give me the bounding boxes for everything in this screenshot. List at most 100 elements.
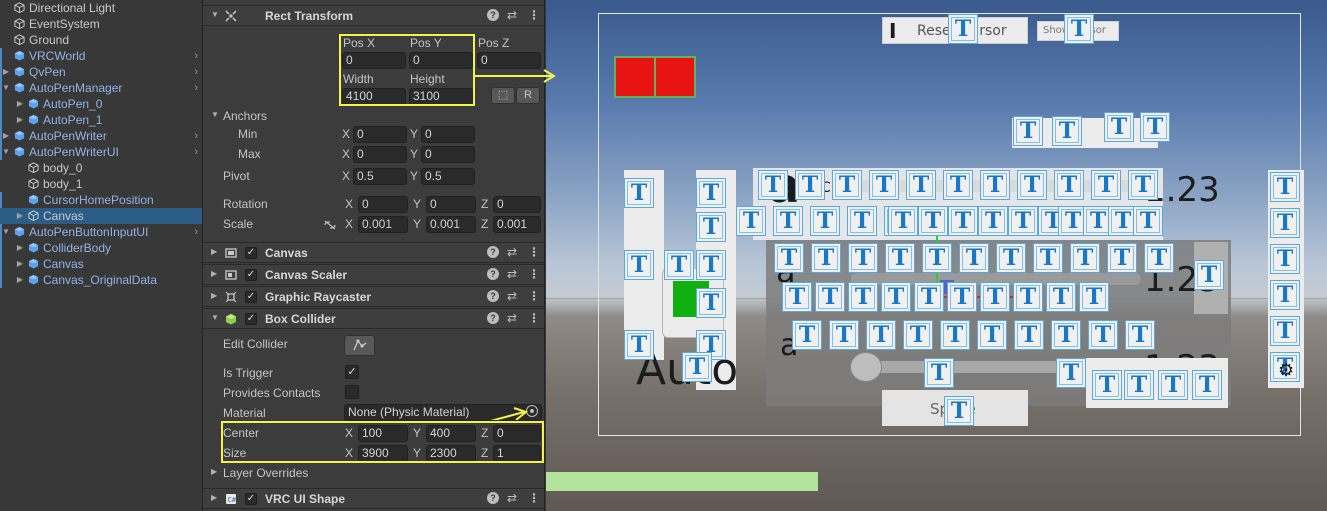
fold-arrow-icon[interactable]: ▶ — [211, 493, 217, 502]
chevron-right-icon[interactable]: › — [194, 80, 198, 96]
red-color-swatch[interactable] — [614, 56, 696, 98]
prefab-cube-icon — [14, 226, 25, 237]
hierarchy-item[interactable]: EventSystem — [0, 16, 202, 32]
hierarchy-item[interactable]: ▶ QvPen › — [0, 64, 202, 80]
anchor-max-y-field[interactable]: 0 — [421, 146, 475, 163]
chevron-right-icon[interactable]: › — [194, 64, 198, 80]
anchor-min-x-field[interactable]: 0 — [353, 126, 407, 143]
hierarchy-item-label: VRCWorld — [29, 49, 86, 63]
fold-arrow-icon[interactable]: ▼ — [211, 10, 219, 19]
chevron-right-icon[interactable]: › — [194, 224, 198, 240]
constrain-proportions-icon[interactable] — [323, 219, 337, 231]
fold-arrow-icon[interactable]: ▼ — [1, 224, 11, 240]
axis-x: X — [345, 197, 354, 211]
text-component-icon: T — [782, 282, 812, 312]
fold-arrow-icon[interactable]: ▼ — [1, 80, 11, 96]
preset-icon[interactable]: ⇄ — [507, 491, 517, 505]
gear-icon[interactable]: ⚙ — [1278, 360, 1294, 381]
hierarchy-item-label: AutoPenWriterUI — [29, 145, 119, 159]
text-component-icon: T — [795, 170, 825, 200]
hierarchy-item[interactable]: ▼ AutoPenWriterUI › — [0, 144, 202, 160]
fold-arrow-icon[interactable]: ▶ — [15, 208, 25, 224]
kebab-menu-icon[interactable]: ⋮ — [528, 8, 540, 22]
text-component-icon: T — [664, 250, 694, 280]
fold-arrow-icon[interactable]: ▶ — [1, 64, 11, 80]
scene-view[interactable]: Reset Cursor I Show Cursor 1.23 1.23 1.2… — [546, 0, 1327, 511]
prefab-indicator-bar — [0, 240, 2, 256]
hierarchy-item[interactable]: ▶ Canvas — [0, 208, 202, 224]
fold-arrow-icon[interactable]: ▶ — [15, 256, 25, 272]
fold-arrow-icon[interactable]: ▶ — [15, 96, 25, 112]
enabled-checkbox[interactable]: ✓ — [245, 269, 257, 281]
text-component-icon: T — [1140, 112, 1170, 142]
fold-arrow-icon[interactable]: ▶ — [15, 272, 25, 288]
help-icon[interactable]: ? — [487, 492, 499, 504]
prefab-indicator-bar — [0, 96, 2, 112]
hierarchy-item[interactable]: ▶ Canvas_OriginalData — [0, 272, 202, 288]
enabled-checkbox[interactable]: ✓ — [245, 313, 257, 325]
chevron-right-icon[interactable]: › — [194, 144, 198, 160]
layer-overrides-fold-icon[interactable]: ▶ — [211, 467, 217, 476]
hierarchy-item-label: Canvas — [43, 209, 84, 223]
hierarchy-item[interactable]: ▶ AutoPen_0 — [0, 96, 202, 112]
kebab-menu-icon[interactable]: ⋮ — [528, 491, 540, 505]
text-component-icon: T — [888, 206, 918, 236]
anchor-max-x-field[interactable]: 0 — [353, 146, 407, 163]
slider-handle[interactable] — [850, 352, 882, 382]
rotation-y-field[interactable]: 0 — [426, 196, 476, 213]
is-trigger-checkbox[interactable]: ✓ — [345, 365, 359, 379]
enabled-checkbox[interactable]: ✓ — [245, 493, 257, 505]
fold-arrow-icon[interactable]: ▶ — [211, 291, 217, 300]
enabled-checkbox[interactable]: ✓ — [245, 247, 257, 259]
pivot-x-field[interactable]: 0.5 — [353, 168, 407, 185]
fold-arrow-icon[interactable]: ▶ — [1, 128, 11, 144]
help-icon[interactable]: ? — [487, 9, 499, 21]
enabled-checkbox[interactable]: ✓ — [245, 291, 257, 303]
preset-icon[interactable]: ⇄ — [507, 8, 517, 22]
text-component-icon: T — [881, 282, 911, 312]
edit-collider-icon — [352, 339, 366, 351]
fold-arrow-icon[interactable]: ▶ — [211, 269, 217, 278]
hierarchy-item[interactable]: Ground — [0, 32, 202, 48]
prefab-indicator-bar — [0, 48, 2, 64]
hierarchy-item[interactable]: ▼ AutoPenButtonInputUI › — [0, 224, 202, 240]
rect-transform-header[interactable]: ▼ Rect Transform ? ⇄ ⋮ — [203, 5, 544, 26]
edit-collider-button[interactable] — [344, 335, 375, 356]
text-component-icon: T — [811, 243, 841, 273]
fold-arrow-icon[interactable]: ▶ — [15, 112, 25, 128]
hierarchy-item[interactable]: VRCWorld › — [0, 48, 202, 64]
layer-overrides-label[interactable]: Layer Overrides — [223, 466, 308, 480]
pivot-y-field[interactable]: 0.5 — [421, 168, 475, 185]
hierarchy-item[interactable]: ▶ Canvas — [0, 256, 202, 272]
text-component-icon: T — [1008, 206, 1038, 236]
text-component-icon: T — [810, 206, 840, 236]
hierarchy-item[interactable]: Directional Light — [0, 0, 202, 16]
hierarchy-item[interactable]: CursorHomePosition — [0, 192, 202, 208]
hierarchy-item[interactable]: body_0 — [0, 160, 202, 176]
anchors-fold-icon[interactable]: ▼ — [211, 110, 219, 119]
fold-arrow-icon[interactable]: ▼ — [1, 144, 11, 160]
text-component-icon: T — [1088, 320, 1118, 350]
hierarchy-item[interactable]: ▶ AutoPen_1 — [0, 112, 202, 128]
chevron-right-icon[interactable]: › — [194, 48, 198, 64]
fold-arrow-icon[interactable]: ▶ — [211, 247, 217, 256]
text-component-icon: T — [903, 320, 933, 350]
hierarchy-item[interactable]: ▶ AutoPenWriter › — [0, 128, 202, 144]
provides-contacts-checkbox[interactable] — [345, 385, 359, 399]
text-component-icon: T — [1194, 260, 1224, 290]
fold-arrow-icon[interactable]: ▶ — [15, 240, 25, 256]
hierarchy-item[interactable]: ▼ AutoPenManager › — [0, 80, 202, 96]
text-component-icon: T — [815, 282, 845, 312]
hierarchy-item[interactable]: ▶ ColliderBody — [0, 240, 202, 256]
hierarchy-item[interactable]: body_1 — [0, 176, 202, 192]
scale-x-field[interactable]: 0.001 — [358, 216, 408, 233]
fold-arrow-icon[interactable]: ▼ — [211, 313, 219, 322]
chevron-right-icon[interactable]: › — [194, 128, 198, 144]
text-component-icon: T — [918, 206, 948, 236]
rotation-x-field[interactable]: 0 — [358, 196, 408, 213]
hierarchy-item-label: QvPen — [29, 65, 66, 79]
highlight-arrows — [474, 69, 556, 420]
vrc-ui-shape-component-header[interactable]: ▶ C# ✓ VRC UI Shape ? ⇄ ⋮ — [203, 488, 544, 509]
scale-y-field[interactable]: 0.001 — [426, 216, 476, 233]
anchor-min-y-field[interactable]: 0 — [421, 126, 475, 143]
